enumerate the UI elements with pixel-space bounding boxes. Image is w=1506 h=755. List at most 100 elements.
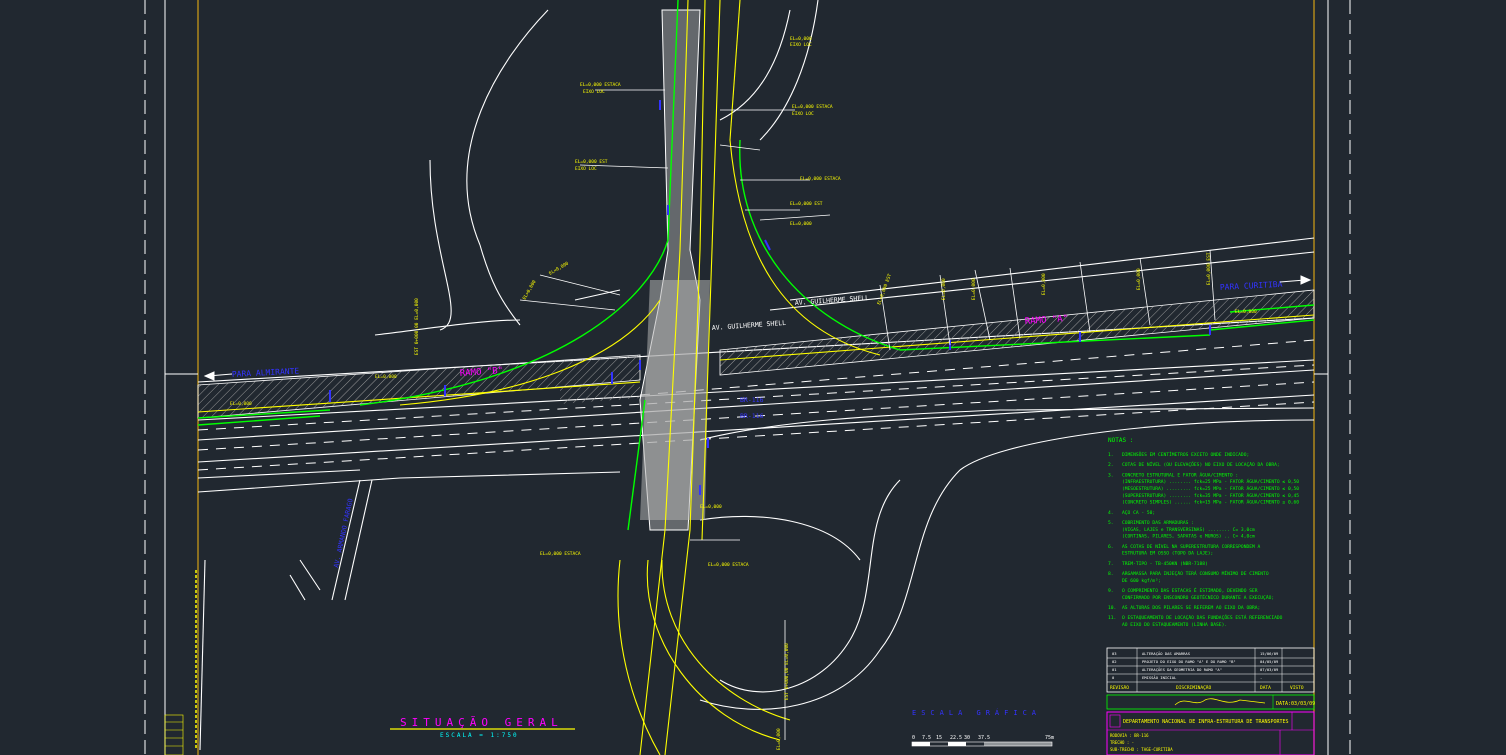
revision-cell-desc: EMISSÃO INICIAL bbox=[1142, 675, 1177, 680]
note-text: O COMPRIMENTO DAS ESTACAS É ESTIMADO, DE… bbox=[1122, 586, 1258, 594]
situacao-geral: SITUAÇÃO GERAL ESCALA = 1:750 bbox=[390, 716, 575, 739]
svg-text:EIXO LOC: EIXO LOC bbox=[790, 42, 812, 48]
svg-text:EST 0+000,00 EL=0,000: EST 0+000,00 EL=0,000 bbox=[414, 298, 420, 355]
svg-text:EL=0,000: EL=0,000 bbox=[790, 221, 812, 227]
rev-header-visto: VISTO bbox=[1290, 685, 1304, 691]
note-text: O ESTAQUEAMENTO DE LOCAÇÃO DAS FUNDAÇÕES… bbox=[1122, 614, 1283, 621]
label-para-curitiba: PARA CURITIBA bbox=[1220, 280, 1283, 292]
leader-lines bbox=[519, 89, 1216, 740]
note-number: 4. bbox=[1108, 510, 1114, 516]
note-text: AO EIXO DO ESTAQUEAMENTO (LINHA BASE). bbox=[1122, 622, 1227, 628]
svg-text:EL=0,000: EL=0,000 bbox=[548, 261, 570, 277]
revision-cell-desc: ALTERAÇÕES DA GEOMETRIA DO RAMO "A" bbox=[1142, 667, 1222, 672]
title-sub-trecho: SUB-TRECHO : TAGE-CURITIBA bbox=[1110, 747, 1173, 752]
revision-cell-date: 07/03/09 bbox=[1260, 667, 1279, 672]
title-agency: DEPARTAMENTO NACIONAL DE INFRA-ESTRUTURA… bbox=[1123, 719, 1289, 725]
graphic-scale: ESCALA GRÁFICA 0 7.5 15 22.5 30 37.5 75m bbox=[911, 708, 1054, 747]
note-number: 3. bbox=[1108, 472, 1114, 478]
note-text: COBRIMENTO DAS ARMADURAS : bbox=[1122, 520, 1194, 526]
revision-table: 03 ALTERAÇÃO DAS AMARRAS 15/06/09 02 PROJETO… bbox=[1106, 647, 1315, 693]
svg-text:EL=0,000: EL=0,000 bbox=[1136, 268, 1142, 290]
label-street-upper: AV. GUILHERME SHELL bbox=[795, 294, 870, 307]
svg-text:EL=0,000: EL=0,000 bbox=[522, 279, 538, 301]
svg-text:EL=0,000 EST: EL=0,000 EST bbox=[575, 159, 608, 165]
situacao-scale: ESCALA = 1:750 bbox=[440, 732, 519, 739]
label-street-left: AV. ARMANDO FARAGO bbox=[332, 498, 354, 569]
note-text: COTAS DE NÍVEL (OU ELEVAÇÕES) NO EIXO DE… bbox=[1122, 460, 1280, 468]
note-number: 1. bbox=[1108, 452, 1114, 458]
alignment-green bbox=[197, 0, 1315, 531]
note-number: 6. bbox=[1108, 544, 1114, 550]
note-text: (INFRAESTRUTURA) ........ fck=25 MPa - F… bbox=[1122, 478, 1299, 485]
left-margin-legend bbox=[164, 570, 197, 755]
svg-text:EL=0,000 EST: EL=0,000 EST bbox=[790, 201, 823, 207]
label-highway-1: BR-116 bbox=[740, 396, 764, 404]
title-block: DATA:03/03/09 DEPARTAMENTO NACIONAL DE I… bbox=[1106, 694, 1315, 755]
drawing-canvas[interactable]: EL=0,000 ESTACAEIXO LOC EL=0,000 ESTEIXO… bbox=[0, 0, 1506, 755]
scale-tick-label: 0 bbox=[912, 735, 915, 741]
svg-text:EL=0,000: EL=0,000 bbox=[776, 728, 782, 750]
cad-viewport[interactable]: EL=0,000 ESTACA EIXO LOC EL=0,000 EST EIXO… bbox=[0, 0, 1506, 755]
svg-text:EL=0,000 ESTACA: EL=0,000 ESTACA bbox=[580, 82, 621, 88]
note-text: CONCRETO ESTRUTURAL E FATOR ÁGUA/CIMENTO… bbox=[1122, 471, 1238, 478]
note-number: 2. bbox=[1108, 462, 1114, 468]
revision-cell-desc: PROJETO DO EIXO DO RAMO "A" E DO RAMO "B… bbox=[1142, 659, 1236, 664]
scale-tick-label: 30 bbox=[964, 735, 970, 741]
note-number: 9. bbox=[1108, 588, 1114, 594]
svg-text:EL=0,000: EL=0,000 bbox=[971, 278, 977, 300]
note-text: AÇO CA - 50; bbox=[1122, 510, 1155, 516]
note-text: DE 600 kgf/m³; bbox=[1122, 578, 1161, 584]
revision-cell-date: 15/06/09 bbox=[1260, 651, 1279, 656]
svg-text:EIXO LOC: EIXO LOC bbox=[583, 89, 605, 95]
label-highway-2: BR-116 bbox=[740, 412, 764, 420]
svg-text:EL=0,000 ESTACA: EL=0,000 ESTACA bbox=[708, 562, 749, 568]
scale-tick-label: 37.5 bbox=[978, 735, 990, 741]
note-text: (CORTINAS, PILARES, SAPATAS e MUROS) .. … bbox=[1122, 534, 1255, 540]
svg-text:EIXO LOC: EIXO LOC bbox=[575, 166, 597, 172]
scale-tick-label: 15 bbox=[936, 735, 942, 741]
svg-text:EL=0,000: EL=0,000 bbox=[941, 278, 947, 300]
revision-cell-rev: 0 bbox=[1112, 675, 1115, 680]
revision-cell-date: 04/05/09 bbox=[1260, 659, 1279, 664]
note-text: AS ALTURAS DOS PILARES SE REFEREM AO EIX… bbox=[1122, 605, 1260, 611]
notes-block: NOTAS : 1. DIMENSÕES EM CENTÍMETROS EXCET… bbox=[1108, 437, 1299, 628]
title-trecho: TRECHO : - bbox=[1110, 740, 1134, 745]
scale-tick-label: 22.5 bbox=[950, 735, 962, 741]
note-text: ARGAMASSA PARA INJEÇÃO TERÁ CONSUMO MÍNI… bbox=[1122, 569, 1269, 577]
svg-text:EST 0+000,00 EL=0,000: EST 0+000,00 EL=0,000 bbox=[784, 643, 790, 700]
svg-text:EL=0,000: EL=0,000 bbox=[700, 504, 722, 510]
scale-tick-label: 75m bbox=[1045, 735, 1054, 741]
note-number: 5. bbox=[1108, 520, 1114, 526]
notes-heading: NOTAS : bbox=[1108, 437, 1133, 444]
svg-text:EL=0,000 ESTACA: EL=0,000 ESTACA bbox=[800, 176, 841, 182]
note-text: ESTRUTURA EM OSSO (TOPO DA LAJE); bbox=[1122, 551, 1213, 557]
svg-text:EL=0,000: EL=0,000 bbox=[790, 36, 812, 42]
situacao-title: SITUAÇÃO GERAL bbox=[400, 716, 563, 729]
svg-text:EL=0,000: EL=0,000 bbox=[375, 374, 397, 380]
note-text: (MESOESTRUTURA) ......... fck=25 MPa - F… bbox=[1122, 485, 1299, 492]
note-number: 7. bbox=[1108, 561, 1114, 567]
graphic-scale-title: ESCALA GRÁFICA bbox=[912, 708, 1041, 717]
label-street-lower: AV. GUILHERME SHELL bbox=[712, 319, 787, 332]
revision-cell-rev: 02 bbox=[1112, 659, 1117, 664]
svg-text:EL=0,000 EST: EL=0,000 EST bbox=[1206, 252, 1212, 285]
annotations-yellow: EL=0,000 ESTACAEIXO LOC EL=0,000 ESTEIXO… bbox=[230, 36, 1257, 568]
note-text: AS COTAS DE NÍVEL NA SUPERESTRUTURA CORR… bbox=[1122, 542, 1261, 550]
svg-text:EL=0,000: EL=0,000 bbox=[230, 401, 252, 407]
note-text: DIMENSÕES EM CENTÍMETROS EXCETO ONDE IND… bbox=[1122, 450, 1249, 458]
rev-header-date: DATA bbox=[1260, 685, 1271, 691]
svg-text:EL=0,000 ESTACA: EL=0,000 ESTACA bbox=[540, 551, 581, 557]
svg-text:EL=0,000 ESTACA: EL=0,000 ESTACA bbox=[792, 104, 833, 110]
svg-text:EL=0,000: EL=0,000 bbox=[1041, 273, 1047, 295]
note-text: CONFIRMADO POR ENSCONDRO GEOTÉCNICO DURA… bbox=[1122, 593, 1274, 601]
scale-tick-label: 7.5 bbox=[922, 735, 931, 741]
note-number: 11. bbox=[1108, 615, 1116, 621]
title-date: DATA:03/03/09 bbox=[1276, 701, 1315, 707]
note-text: TREM-TIPO - TB-450KN (NBR-7188) bbox=[1122, 561, 1208, 567]
revision-cell-desc: ALTERAÇÃO DAS AMARRAS bbox=[1142, 651, 1191, 656]
signature bbox=[1174, 698, 1266, 706]
revision-cell-rev: 03 bbox=[1112, 651, 1117, 656]
svg-text:EL=0,000: EL=0,000 bbox=[1235, 309, 1257, 315]
note-text: (CONCRETO SIMPLES) ...... fck=15 MPa - F… bbox=[1122, 499, 1299, 506]
revision-cell-date: - bbox=[1260, 675, 1262, 680]
